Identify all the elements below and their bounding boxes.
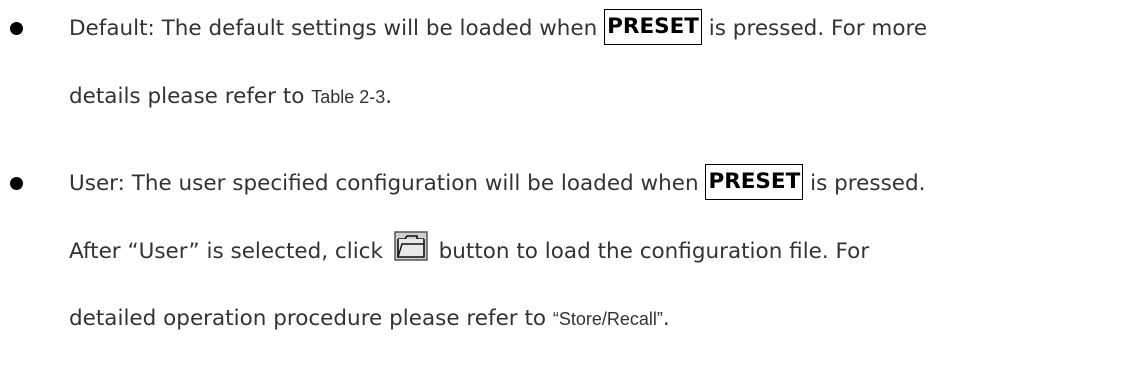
user-text-start: User: The user specified configuration w… xyxy=(69,171,706,196)
default-ref-suffix: . xyxy=(385,84,393,109)
user-load-text: button to load the configuration file. F… xyxy=(431,239,870,264)
default-line-1: Default: The default settings will be lo… xyxy=(69,9,927,49)
user-line-1: User: The user specified configuration w… xyxy=(69,164,925,204)
table-reference: Table 2-3 xyxy=(311,87,386,107)
default-ref-prefix: details please refer to xyxy=(69,84,312,109)
preset-key-label: PRESET xyxy=(705,164,804,200)
user-text-end: is pressed. xyxy=(803,171,926,196)
folder-open-icon[interactable] xyxy=(394,231,428,261)
bullet-user xyxy=(10,177,23,190)
user-line-2: After “User” is selected, click button t… xyxy=(69,231,870,272)
preset-key-label: PRESET xyxy=(604,9,702,45)
user-ref-prefix: detailed operation procedure please refe… xyxy=(69,306,553,331)
default-line-2: details please refer to Table 2-3. xyxy=(69,77,392,117)
user-ref-suffix: . xyxy=(662,306,670,331)
user-line-3: detailed operation procedure please refe… xyxy=(69,299,670,339)
default-text-start: Default: The default settings will be lo… xyxy=(69,16,605,41)
document-page: Default: The default settings will be lo… xyxy=(0,0,1128,392)
bullet-default xyxy=(10,22,23,35)
user-select-text: After “User” is selected, click xyxy=(69,239,390,264)
store-recall-reference: “Store/Recall” xyxy=(552,309,663,329)
default-text-end: is pressed. For more xyxy=(701,16,928,41)
